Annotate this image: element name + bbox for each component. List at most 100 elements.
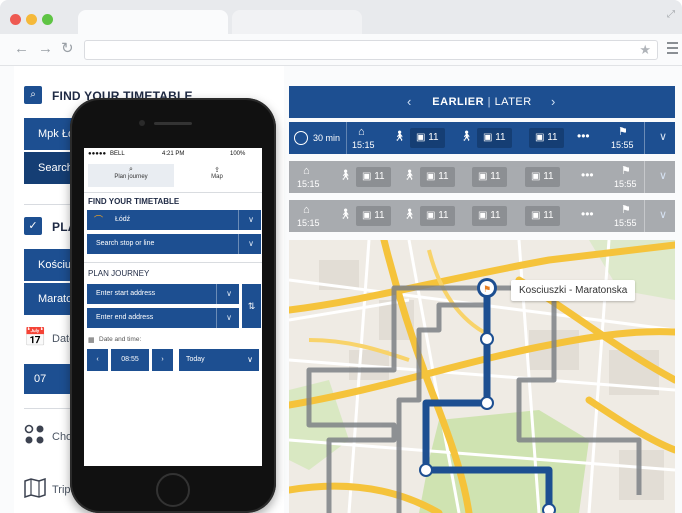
browser-tabbar: ⤢ <box>0 0 682 34</box>
search-icon: ⌕ <box>129 166 133 173</box>
day-select[interactable]: Today ∨ <box>179 349 259 371</box>
phone-camera <box>139 120 145 126</box>
expand-chevron-icon[interactable]: ∨ <box>659 208 667 221</box>
bus-icon: ▣ <box>478 210 491 221</box>
battery-level: 100% <box>230 151 246 157</box>
earlier-arrow-icon[interactable]: ‹ <box>407 86 412 118</box>
chevron-down-icon: ∨ <box>247 355 253 364</box>
earlier-button[interactable]: EARLIER <box>432 96 484 108</box>
end-cell: ⚑ 15:55 <box>614 200 642 232</box>
trip-row[interactable]: ⌂ 15:15 🚶︎ ▣ 11 🚶︎ ▣ 11 ▣ 11 ▣ 11 ••• ⚑ … <box>289 200 675 232</box>
signal-icon: ●●●●● <box>88 151 107 157</box>
bus-icon: ▣ <box>416 132 429 143</box>
walk-icon: 🚶︎ <box>403 170 416 181</box>
earlier-later-bar: ‹ EARLIER | LATER › <box>289 86 675 118</box>
previous-time-button[interactable]: ‹ <box>87 349 108 371</box>
phone-screen: ●●●●● BELL 4:21 PM 100% ⌕ Plan journey ⇪… <box>84 148 262 466</box>
back-arrow-icon[interactable]: ← <box>14 40 29 58</box>
chevron-down-icon: ∨ <box>248 239 254 248</box>
maximize-window-button[interactable] <box>42 14 53 25</box>
clock-icon <box>294 131 308 145</box>
trip-row[interactable]: ⌂ 15:15 🚶︎ ▣ 11 🚶︎ ▣ 11 ▣ 11 ▣ 11 ••• ⚑ … <box>289 161 675 193</box>
reload-icon[interactable]: ↻ <box>61 40 74 58</box>
expand-chevron-icon[interactable]: ∨ <box>659 169 667 182</box>
start-time: 15:15 <box>297 218 320 228</box>
walk-icon: 🚶︎ <box>460 131 473 142</box>
map-icon: ⇪ <box>214 167 220 174</box>
phone-tabs: ⌕ Plan journey ⇪ Map <box>84 160 262 190</box>
options-icon <box>24 424 46 451</box>
phone-device: ●●●●● BELL 4:21 PM 100% ⌕ Plan journey ⇪… <box>70 98 276 513</box>
stop-label[interactable]: Kosciuszki - Maratonska <box>511 280 636 301</box>
bus-segment: ▣ 11 <box>410 128 445 148</box>
status-time: 4:21 PM <box>162 151 185 157</box>
trip-row[interactable]: 30 min ⌂ 15:15 🚶︎ ▣ 11 🚶︎ ▣ 11 ▣ 11 ••• … <box>289 122 675 154</box>
duration-cell: 30 min <box>289 122 347 154</box>
bus-segment: ▣ 11 <box>529 128 564 148</box>
bus-segment: ▣ 11 <box>525 167 560 187</box>
end-time: 15:55 <box>614 179 637 189</box>
home-button[interactable] <box>156 473 190 507</box>
address-bar[interactable]: ★ <box>84 40 658 60</box>
menu-icon[interactable] <box>667 42 678 54</box>
bookmark-star-icon[interactable]: ★ <box>639 42 651 58</box>
forward-arrow-icon[interactable]: → <box>38 40 53 58</box>
checkbox-icon[interactable]: ✓ <box>24 217 42 235</box>
bus-line: 11 <box>543 171 554 182</box>
later-button[interactable]: LATER <box>495 96 532 108</box>
start-address-input[interactable]: Enter start address ∨ <box>87 284 239 304</box>
bus-line: 11 <box>428 132 439 143</box>
divider <box>238 210 239 230</box>
stop-search-input[interactable]: Search stop or line ∨ <box>87 234 261 254</box>
phone-timetable-heading: FIND YOUR TIMETABLE <box>88 197 180 206</box>
tab-label: Plan journey <box>114 174 148 180</box>
end-time: 15:55 <box>611 140 634 150</box>
bus-icon: ▣ <box>483 132 496 143</box>
divider <box>644 122 645 154</box>
city-select[interactable]: ⌒ Łódź ∨ <box>87 210 261 230</box>
bus-line: 11 <box>490 210 501 221</box>
browser-tab-active[interactable] <box>78 10 228 34</box>
divider <box>216 284 217 304</box>
carrier: BELL <box>110 151 125 157</box>
divider <box>644 161 645 193</box>
time-input[interactable]: 08:55 <box>111 349 149 371</box>
day-value: Today <box>186 356 205 363</box>
chevron-left-icon: ‹ <box>96 356 99 363</box>
bus-line: 11 <box>438 171 449 182</box>
divider <box>216 308 217 328</box>
tab-plan-journey[interactable]: ⌕ Plan journey <box>88 164 174 187</box>
bus-line: 11 <box>374 171 385 182</box>
bus-icon: ▣ <box>531 171 544 182</box>
bus-line: 11 <box>495 132 506 143</box>
more-icon: ••• <box>581 207 594 221</box>
expand-chevron-icon[interactable]: ∨ <box>659 130 667 143</box>
map-icon <box>24 477 46 503</box>
start-time: 15:15 <box>352 140 375 150</box>
route-map[interactable]: ⚑ Kosciuszki - Maratonska <box>289 240 675 513</box>
calendar-icon: ▦ <box>88 337 95 344</box>
bus-line: 11 <box>547 132 558 143</box>
bus-segment: ▣ 11 <box>477 128 512 148</box>
trip-label: Trip <box>52 484 71 496</box>
end-address-input[interactable]: Enter end address ∨ <box>87 308 239 328</box>
walk-icon: 🚶︎ <box>339 209 352 220</box>
tab-map[interactable]: ⇪ Map <box>176 164 258 187</box>
start-cell: ⌂ 15:15 <box>352 122 380 154</box>
browser-tab[interactable] <box>232 10 362 34</box>
later-arrow-icon[interactable]: › <box>551 86 556 118</box>
swap-addresses-button[interactable]: ⇅ <box>242 284 261 328</box>
bus-segment: ▣ 11 <box>420 167 455 187</box>
home-icon: ⌂ <box>303 204 310 216</box>
trip-duration: 30 min <box>313 133 341 143</box>
minimize-window-button[interactable] <box>26 14 37 25</box>
walk-icon: 🚶︎ <box>339 170 352 181</box>
fullscreen-icon[interactable]: ⤢ <box>667 9 675 20</box>
next-time-button[interactable]: › <box>152 349 173 371</box>
finish-flag-icon: ⚑ <box>621 204 631 216</box>
end-cell: ⚑ 15:55 <box>611 122 639 154</box>
home-icon: ⌂ <box>358 126 365 138</box>
end-time: 15:55 <box>614 218 637 228</box>
more-icon: ••• <box>581 168 594 182</box>
close-window-button[interactable] <box>10 14 21 25</box>
